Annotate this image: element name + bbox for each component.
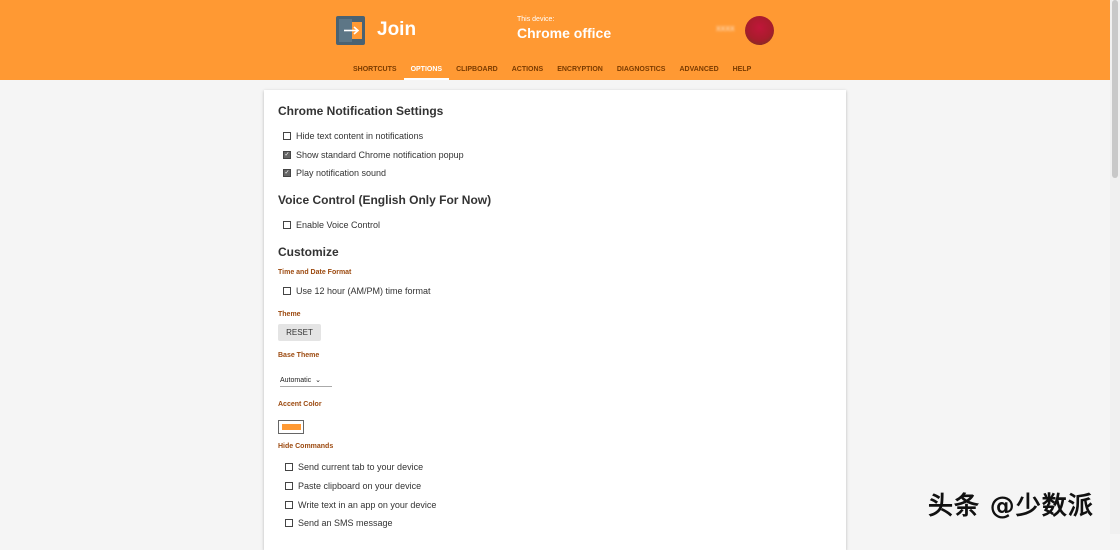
hide-text-option[interactable]: Hide text content in notifications <box>283 131 423 141</box>
checkbox[interactable] <box>285 463 293 471</box>
command-paste-clipboard-option[interactable]: Paste clipboard on your device <box>285 481 421 491</box>
checkbox-checked[interactable]: ✓ <box>283 169 291 177</box>
tab-clipboard[interactable]: CLIPBOARD <box>449 60 505 80</box>
show-popup-option[interactable]: ✓ Show standard Chrome notification popu… <box>283 150 464 160</box>
option-label: Send an SMS message <box>298 518 393 528</box>
option-label: Use 12 hour (AM/PM) time format <box>296 286 431 296</box>
base-theme-select[interactable]: Automatic ⌄ <box>280 374 332 387</box>
tab-encryption[interactable]: ENCRYPTION <box>550 60 610 80</box>
reset-theme-button[interactable]: RESET <box>278 324 321 341</box>
option-label: Write text in an app on your device <box>298 500 437 510</box>
voice-control-heading: Voice Control (English Only For Now) <box>278 193 492 207</box>
user-name: XXXX <box>716 26 735 33</box>
watermark-text: 头条 @少数派 <box>928 491 1094 520</box>
app-title: Join <box>377 19 417 40</box>
tab-diagnostics[interactable]: DIAGNOSTICS <box>610 60 673 80</box>
tab-options[interactable]: OPTIONS <box>403 60 450 80</box>
checkbox[interactable] <box>283 221 291 229</box>
command-write-text-option[interactable]: Write text in an app on your device <box>285 500 436 510</box>
tab-shortcuts[interactable]: SHORTCUTS <box>346 60 404 80</box>
customize-heading: Customize <box>278 245 339 259</box>
options-card: Chrome Notification Settings Hide text c… <box>264 90 846 550</box>
checkbox[interactable] <box>283 287 291 295</box>
checkbox[interactable] <box>285 519 293 527</box>
device-caption: This device: <box>517 16 555 23</box>
device-name: Chrome office <box>517 25 612 41</box>
notification-settings-heading: Chrome Notification Settings <box>278 104 444 118</box>
tab-actions[interactable]: ACTIONS <box>505 60 551 80</box>
option-label: Show standard Chrome notification popup <box>296 150 464 160</box>
accent-color-label: Accent Color <box>278 401 322 408</box>
avatar[interactable] <box>745 16 774 45</box>
time-format-label: Time and Date Format <box>278 269 352 276</box>
tab-bar: SHORTCUTS OPTIONS CLIPBOARD ACTIONS ENCR… <box>346 60 758 80</box>
base-theme-label: Base Theme <box>278 352 320 359</box>
checkbox[interactable] <box>283 132 291 140</box>
option-label: Enable Voice Control <box>296 220 381 230</box>
checkbox[interactable] <box>285 482 293 490</box>
play-sound-option[interactable]: ✓ Play notification sound <box>283 168 386 178</box>
checkbox-checked[interactable]: ✓ <box>283 151 291 159</box>
option-label: Paste clipboard on your device <box>298 481 422 491</box>
theme-label: Theme <box>278 311 301 318</box>
enable-voice-option[interactable]: Enable Voice Control <box>283 220 380 230</box>
chevron-down-icon: ⌄ <box>315 377 321 384</box>
app-header: Join This device: Chrome office XXXX SHO… <box>0 0 1110 80</box>
tab-advanced[interactable]: ADVANCED <box>672 60 725 80</box>
tab-help[interactable]: HELP <box>726 60 759 80</box>
accent-color-picker[interactable] <box>278 420 304 434</box>
option-label: Play notification sound <box>296 168 387 178</box>
join-logo-icon <box>336 16 365 45</box>
scrollbar-thumb[interactable] <box>1112 0 1118 178</box>
option-label: Send current tab to your device <box>298 462 424 472</box>
hide-commands-label: Hide Commands <box>278 443 334 450</box>
command-send-sms-option[interactable]: Send an SMS message <box>285 518 393 528</box>
color-swatch <box>281 424 301 430</box>
select-value: Automatic <box>280 376 312 384</box>
command-send-tab-option[interactable]: Send current tab to your device <box>285 462 423 472</box>
checkbox[interactable] <box>285 501 293 509</box>
option-label: Hide text content in notifications <box>296 131 424 141</box>
twelve-hour-option[interactable]: Use 12 hour (AM/PM) time format <box>283 286 431 296</box>
